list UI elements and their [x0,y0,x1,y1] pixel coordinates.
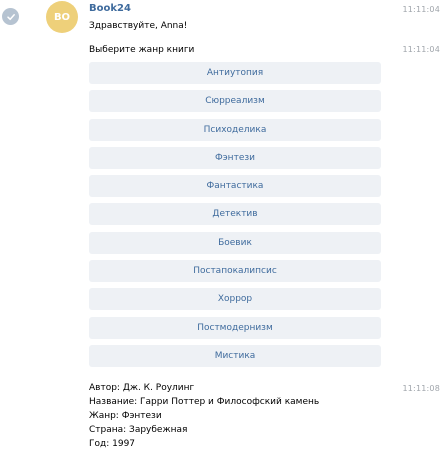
genre-button-postmodernism[interactable]: Постмодернизм [89,316,381,339]
choose-genre-message: Выберите жанр книги [89,45,195,55]
genre-button-surrealism[interactable]: Сюрреализм [89,90,381,113]
genre-button-science-fiction[interactable]: Фантастика [89,175,381,198]
genre-button-horror[interactable]: Хоррор [89,288,381,311]
book-genre: Жанр: Фэнтези [89,411,162,421]
greeting-message: Здравствуйте, Anna! [89,21,188,31]
genre-button-postapocalypse[interactable]: Постапокалипсис [89,260,381,283]
bot-avatar[interactable]: BO [46,1,78,33]
book-country: Страна: Зарубежная [89,425,188,435]
genre-button-action[interactable]: Боевик [89,231,381,254]
book-author: Автор: Дж. К. Роулинг [89,383,195,393]
book-info-message: Автор: Дж. К. Роулинг Название: Гарри По… [89,381,319,451]
book-year: Год: 1997 [89,439,136,449]
message-time: 11:11:08 [402,384,440,393]
book-title: Название: Гарри Поттер и Философский кам… [89,397,320,407]
genre-button-fantasy[interactable]: Фэнтези [89,146,381,169]
genre-keyboard: Антиутопия Сюрреализм Психоделика Фэнтез… [89,62,381,373]
genre-button-psychedelia[interactable]: Психоделика [89,118,381,141]
genre-button-detective[interactable]: Детектив [89,203,381,226]
genre-button-mysticism[interactable]: Мистика [89,344,381,367]
read-status-check-icon [2,8,19,25]
message-time: 11:11:04 [402,45,440,54]
check-icon [6,13,15,20]
genre-button-antiutopia[interactable]: Антиутопия [89,62,381,84]
message-time: 11:11:04 [402,5,440,14]
sender-name[interactable]: Book24 [89,3,131,14]
